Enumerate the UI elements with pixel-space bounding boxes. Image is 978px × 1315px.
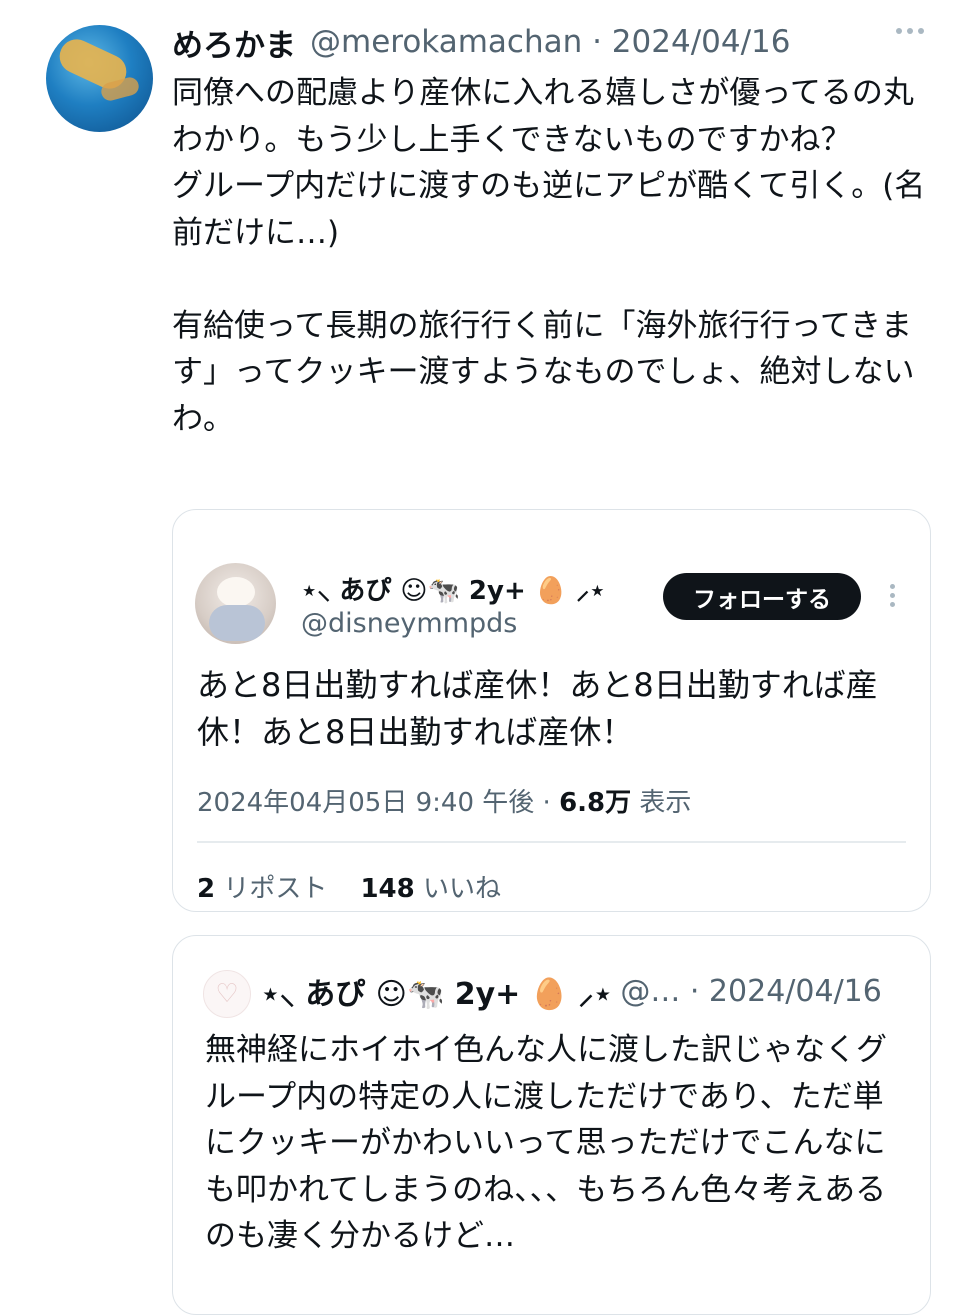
tweet-text: 同僚への配慮より産休に入れる嬉しさが優ってるの丸わかり。もう少し上手くできないも… [172, 70, 942, 442]
meta-separator: · [542, 788, 560, 818]
dot [890, 602, 895, 607]
author-avatar[interactable] [46, 25, 153, 132]
reply-author-name[interactable]: ⋆⸜ あぴ ☺︎🐄 2y+ 🥚 ⸝⋆ [261, 969, 612, 1013]
author-name[interactable]: めろかま [172, 20, 296, 65]
follow-button[interactable]: フォローする [663, 573, 861, 620]
author-handle-date[interactable]: @merokamachan · 2024/04/16 [310, 24, 790, 60]
tweet-header: めろかま @merokamachan · 2024/04/16 [172, 20, 790, 64]
divider [197, 841, 906, 843]
quoted-author-name[interactable]: ⋆⸜ あぴ ☺︎🐄 2y+ 🥚 ⸝⋆ [301, 570, 606, 607]
quoted-tweet-card[interactable]: ⋆⸜ あぴ ☺︎🐄 2y+ 🥚 ⸝⋆ @disneymmpds フォローする あ… [172, 509, 931, 912]
reply-handle-date[interactable]: @… · 2024/04/16 [620, 974, 882, 1009]
tweet-paragraph: 同僚への配慮より産休に入れる嬉しさが優ってるの丸わかり。もう少し上手くできないも… [172, 75, 914, 158]
dot [890, 584, 895, 589]
dot [907, 28, 913, 34]
dot [896, 28, 902, 34]
engagement-stats: 2 リポスト 148 いいね [197, 868, 501, 905]
dot [918, 28, 924, 34]
likes-count[interactable]: 148 [360, 874, 414, 904]
more-options-icon[interactable] [896, 28, 924, 34]
quoted-tweet-meta: 2024年04月05日 9:40 午後 · 6.8万 表示 [197, 782, 691, 819]
quoted-tweet-text: あと8日出勤すれば産休！あと8日出勤すれば産休！あと8日出勤すれば産休！ [197, 666, 878, 751]
avatar-plush [217, 577, 255, 607]
quoted-more-options-icon[interactable] [890, 584, 895, 607]
quoted-author-handle[interactable]: @disneymmpds [301, 608, 517, 639]
dot [890, 593, 895, 598]
likes-label[interactable]: いいね [423, 874, 501, 904]
reply-header: ⋆⸜ あぴ ☺︎🐄 2y+ 🥚 ⸝⋆ @… · 2024/04/16 [261, 968, 882, 1014]
views-label: 表示 [639, 788, 692, 818]
reply-text: 無神経にホイホイ色んな人に渡した訳じゃなくグループ内の特定の人に渡しただけであり… [205, 1032, 887, 1254]
avatar-baby [209, 605, 265, 641]
reposts-count[interactable]: 2 [197, 874, 215, 904]
views-count: 6.8万 [559, 788, 632, 818]
reposts-label[interactable]: リポスト [223, 874, 327, 904]
quoted-author-avatar[interactable] [195, 563, 276, 644]
tweet-paragraph: 有給使って長期の旅行行く前に「海外旅行行ってきます」ってクッキー渡すようなもので… [172, 307, 915, 437]
quoted-timestamp[interactable]: 2024年04月05日 9:40 午後 [197, 788, 534, 818]
tweet-paragraph: グループ内だけに渡すのも逆にアピが酷くて引く。(名前だけに…) [172, 168, 926, 251]
reply-author-avatar[interactable]: ♡ [203, 970, 251, 1018]
reply-preview-card[interactable]: ♡ ⋆⸜ あぴ ☺︎🐄 2y+ 🥚 ⸝⋆ @… · 2024/04/16 無神経… [172, 935, 931, 1315]
